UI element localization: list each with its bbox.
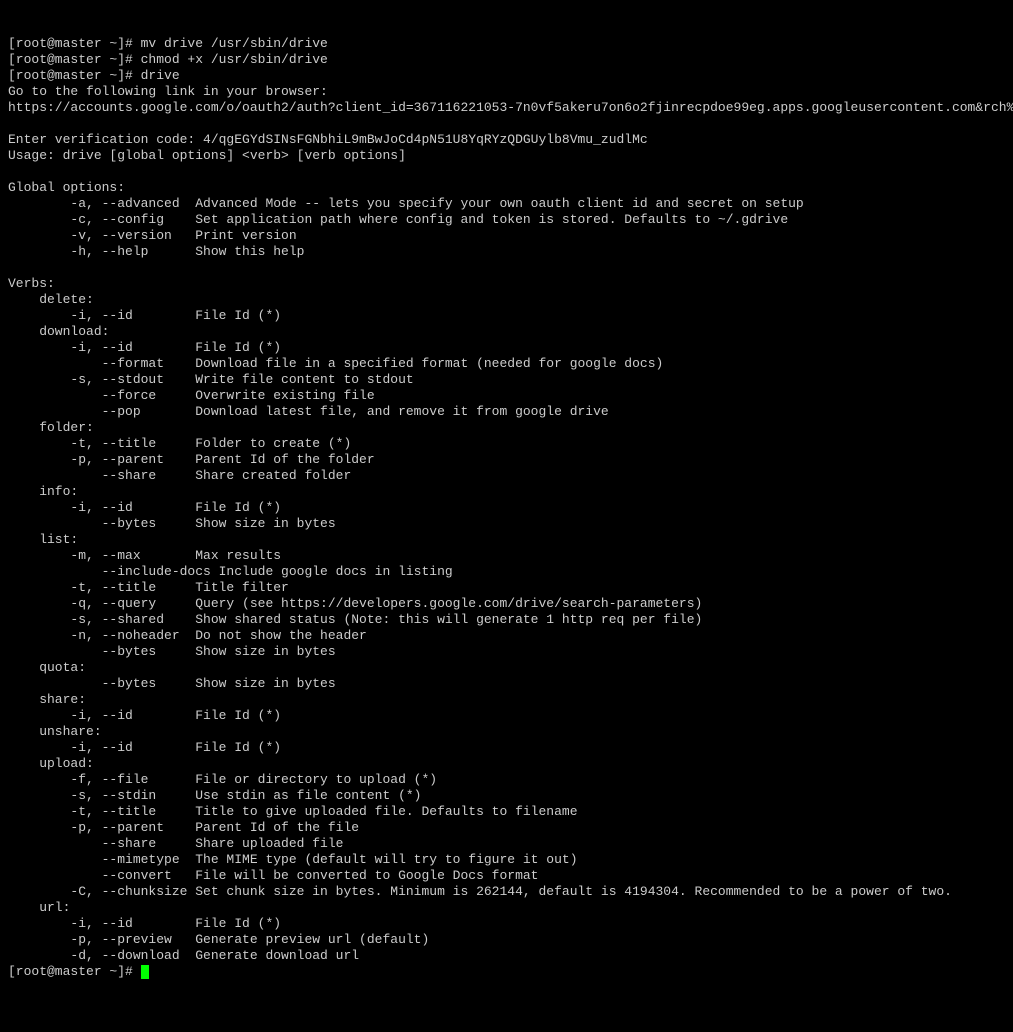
list-opt-query: -q, --query Query (see https://developer… <box>8 596 702 611</box>
upload-opt-share: --share Share uploaded file <box>8 836 343 851</box>
verb-unshare: unshare: <box>8 724 102 739</box>
url-opt-preview: -p, --preview Generate preview url (defa… <box>8 932 429 947</box>
upload-opt-mimetype: --mimetype The MIME type (default will t… <box>8 852 578 867</box>
upload-opt-stdin: -s, --stdin Use stdin as file content (*… <box>8 788 421 803</box>
upload-opt-convert: --convert File will be converted to Goog… <box>8 868 539 883</box>
global-option-help: -h, --help Show this help <box>8 244 304 259</box>
verb-share: share: <box>8 692 86 707</box>
url-opt-download: -d, --download Generate download url <box>8 948 359 963</box>
verb-info: info: <box>8 484 78 499</box>
prompt-line-4[interactable]: [root@master ~]# <box>8 964 149 979</box>
prompt-line-1: [root@master ~]# mv drive /usr/sbin/driv… <box>8 36 328 51</box>
folder-opt-title: -t, --title Folder to create (*) <box>8 436 351 451</box>
info-opt-bytes: --bytes Show size in bytes <box>8 516 336 531</box>
verb-list: list: <box>8 532 78 547</box>
download-opt-pop: --pop Download latest file, and remove i… <box>8 404 609 419</box>
quota-opt-bytes: --bytes Show size in bytes <box>8 676 336 691</box>
verb-download: download: <box>8 324 109 339</box>
download-opt-id: -i, --id File Id (*) <box>8 340 281 355</box>
verbs-header: Verbs: <box>8 276 55 291</box>
list-opt-noheader: -n, --noheader Do not show the header <box>8 628 367 643</box>
global-option-advanced: -a, --advanced Advanced Mode -- lets you… <box>8 196 804 211</box>
output-browser-link-msg: Go to the following link in your browser… <box>8 84 328 99</box>
prompt-line-3: [root@master ~]# drive <box>8 68 180 83</box>
share-opt-id: -i, --id File Id (*) <box>8 708 281 723</box>
download-opt-force: --force Overwrite existing file <box>8 388 375 403</box>
folder-opt-parent: -p, --parent Parent Id of the folder <box>8 452 375 467</box>
cursor-icon <box>141 965 149 979</box>
list-opt-max: -m, --max Max results <box>8 548 281 563</box>
terminal-output[interactable]: [root@master ~]# mv drive /usr/sbin/driv… <box>8 36 1005 980</box>
prompt-line-2: [root@master ~]# chmod +x /usr/sbin/driv… <box>8 52 328 67</box>
verb-upload: upload: <box>8 756 94 771</box>
info-opt-id: -i, --id File Id (*) <box>8 500 281 515</box>
global-option-config: -c, --config Set application path where … <box>8 212 788 227</box>
output-verification-code: Enter verification code: 4/qgEGYdSINsFGN… <box>8 132 648 147</box>
upload-opt-file: -f, --file File or directory to upload (… <box>8 772 437 787</box>
verb-quota: quota: <box>8 660 86 675</box>
verb-delete: delete: <box>8 292 94 307</box>
upload-opt-chunksize: -C, --chunksize Set chunk size in bytes.… <box>8 884 952 899</box>
list-opt-shared: -s, --shared Show shared status (Note: t… <box>8 612 702 627</box>
download-opt-format: --format Download file in a specified fo… <box>8 356 663 371</box>
list-opt-title: -t, --title Title filter <box>8 580 289 595</box>
global-options-header: Global options: <box>8 180 125 195</box>
list-opt-bytes: --bytes Show size in bytes <box>8 644 336 659</box>
output-oauth-url: https://accounts.google.com/o/oauth2/aut… <box>8 100 1013 115</box>
upload-opt-parent: -p, --parent Parent Id of the file <box>8 820 359 835</box>
verb-folder: folder: <box>8 420 94 435</box>
url-opt-id: -i, --id File Id (*) <box>8 916 281 931</box>
upload-opt-title: -t, --title Title to give uploaded file.… <box>8 804 578 819</box>
verb-url: url: <box>8 900 70 915</box>
download-opt-stdout: -s, --stdout Write file content to stdou… <box>8 372 414 387</box>
list-opt-include-docs: --include-docs Include google docs in li… <box>8 564 453 579</box>
delete-opt-id: -i, --id File Id (*) <box>8 308 281 323</box>
global-option-version: -v, --version Print version <box>8 228 297 243</box>
output-usage: Usage: drive [global options] <verb> [ve… <box>8 148 406 163</box>
folder-opt-share: --share Share created folder <box>8 468 351 483</box>
unshare-opt-id: -i, --id File Id (*) <box>8 740 281 755</box>
